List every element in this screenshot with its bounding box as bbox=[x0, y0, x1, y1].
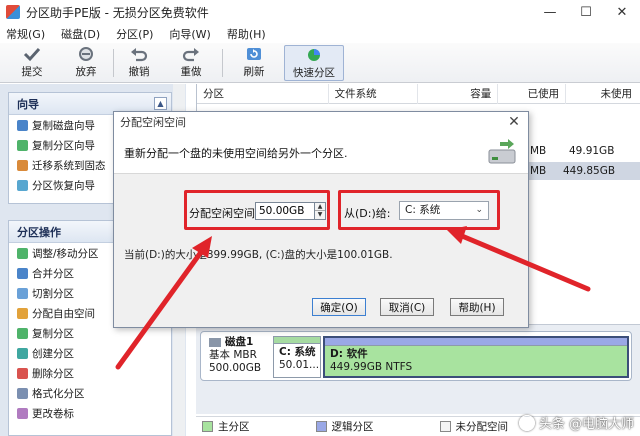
cancel-button[interactable]: 取消(C) bbox=[380, 298, 434, 316]
legend-unallocated: 未分配空间 bbox=[439, 419, 508, 434]
allocate-icon bbox=[17, 307, 28, 319]
menu-partition[interactable]: 分区(P) bbox=[116, 26, 153, 42]
dialog-header: 重新分配一个盘的未使用空间给另外一个分区. bbox=[114, 132, 528, 174]
dialog-title-bar: 分配空闲空间 ✕ bbox=[114, 112, 528, 132]
watermark-logo-icon bbox=[518, 414, 535, 431]
col-capacity[interactable]: 容量 bbox=[418, 84, 499, 104]
operations-title: 分区操作 bbox=[17, 225, 61, 239]
split-icon bbox=[17, 287, 28, 299]
col-used[interactable]: 已使用 bbox=[498, 84, 567, 104]
refresh-icon bbox=[244, 45, 264, 63]
disk-map: 磁盘1 基本 MBR 500.00GB C: 系统 50.01... D: 软件… bbox=[196, 324, 640, 414]
help-button[interactable]: 帮助(H) bbox=[450, 298, 504, 316]
disk-arrow-icon bbox=[486, 138, 518, 168]
disk-icon bbox=[209, 338, 221, 347]
migrate-icon bbox=[17, 159, 28, 171]
partition-block-c[interactable]: C: 系统 50.01... bbox=[273, 336, 321, 378]
minimize-button[interactable]: — bbox=[532, 0, 568, 24]
label-icon bbox=[17, 407, 28, 419]
recovery-icon bbox=[17, 179, 28, 191]
maximize-button[interactable]: ☐ bbox=[568, 0, 604, 24]
ok-button[interactable]: 确定(O) bbox=[312, 298, 366, 316]
disk-info: 磁盘1 基本 MBR 500.00GB bbox=[209, 336, 262, 374]
disk-card[interactable]: 磁盘1 基本 MBR 500.00GB C: 系统 50.01... D: 软件… bbox=[200, 331, 632, 381]
legend-logical: 逻辑分区 bbox=[315, 419, 374, 434]
legend-primary: 主分区 bbox=[202, 419, 250, 434]
quick-partition-button[interactable]: 快速分区 bbox=[284, 45, 344, 81]
highlight-from-box bbox=[338, 190, 500, 230]
dialog-description: 重新分配一个盘的未使用空间给另外一个分区. bbox=[124, 147, 348, 160]
dialog-body: 分配空闲空间: ▲ ▼ 从(D:)给: C: 系统 ⌄ 当前(D:)的大小是39… bbox=[114, 174, 528, 327]
window-title: 分区助手PE版 - 无损分区免费软件 bbox=[26, 5, 209, 20]
undo-icon bbox=[129, 45, 149, 63]
discard-icon bbox=[76, 45, 96, 63]
refresh-button[interactable]: 刷新 bbox=[234, 45, 274, 81]
partition-block-d[interactable]: D: 软件 449.99GB NTFS bbox=[323, 336, 629, 378]
quick-partition-icon bbox=[304, 46, 324, 64]
wizard-title: 向导 bbox=[17, 97, 39, 111]
title-bar: 分区助手PE版 - 无损分区免费软件 — ☐ ✕ bbox=[0, 0, 640, 24]
discard-button[interactable]: 放弃 bbox=[66, 45, 106, 81]
resize-icon bbox=[17, 247, 28, 259]
merge-icon bbox=[17, 267, 28, 279]
disk-copy-icon bbox=[17, 119, 28, 131]
delete-icon bbox=[17, 367, 28, 379]
app-icon bbox=[6, 5, 20, 19]
menu-bar: 常规(G) 磁盘(D) 分区(P) 向导(W) 帮助(H) bbox=[0, 24, 640, 43]
op-delete[interactable]: 删除分区 bbox=[9, 363, 171, 383]
table-header: 分区 文件系统 容量 已使用 未使用 bbox=[197, 84, 640, 104]
menu-general[interactable]: 常规(G) bbox=[6, 26, 45, 42]
undo-button[interactable]: 撤销 bbox=[119, 45, 159, 81]
op-create[interactable]: 创建分区 bbox=[9, 343, 171, 363]
allocate-free-space-dialog: 分配空闲空间 ✕ 重新分配一个盘的未使用空间给另外一个分区. 分配空闲空间: ▲… bbox=[113, 111, 529, 328]
dialog-close-icon[interactable]: ✕ bbox=[506, 114, 522, 130]
menu-wizard[interactable]: 向导(W) bbox=[169, 26, 210, 42]
format-icon bbox=[17, 387, 28, 399]
col-partition[interactable]: 分区 bbox=[197, 84, 329, 104]
highlight-size-box bbox=[184, 190, 330, 230]
menu-help[interactable]: 帮助(H) bbox=[227, 26, 266, 42]
col-filesystem[interactable]: 文件系统 bbox=[329, 84, 419, 104]
collapse-icon[interactable]: ▲ bbox=[154, 97, 167, 110]
size-info-text: 当前(D:)的大小是399.99GB, (C:)盘的大小是100.01GB. bbox=[124, 249, 393, 261]
toolbar: 提交 放弃 撤销 重做 刷新 快速分区 bbox=[0, 43, 640, 83]
close-window-button[interactable]: ✕ bbox=[604, 0, 640, 24]
menu-disk[interactable]: 磁盘(D) bbox=[61, 26, 100, 42]
redo-icon bbox=[181, 45, 201, 63]
check-icon bbox=[22, 45, 42, 63]
col-free[interactable]: 未使用 bbox=[566, 84, 640, 104]
submit-button[interactable]: 提交 bbox=[12, 45, 52, 81]
copy-icon bbox=[17, 327, 28, 339]
partition-copy-icon bbox=[17, 139, 28, 151]
redo-button[interactable]: 重做 bbox=[171, 45, 211, 81]
op-label[interactable]: 更改卷标 bbox=[9, 403, 171, 423]
dialog-title: 分配空闲空间 bbox=[120, 116, 186, 129]
create-icon bbox=[17, 347, 28, 359]
watermark: 头条 @电脑大师 bbox=[518, 413, 634, 432]
op-format[interactable]: 格式化分区 bbox=[9, 383, 171, 403]
